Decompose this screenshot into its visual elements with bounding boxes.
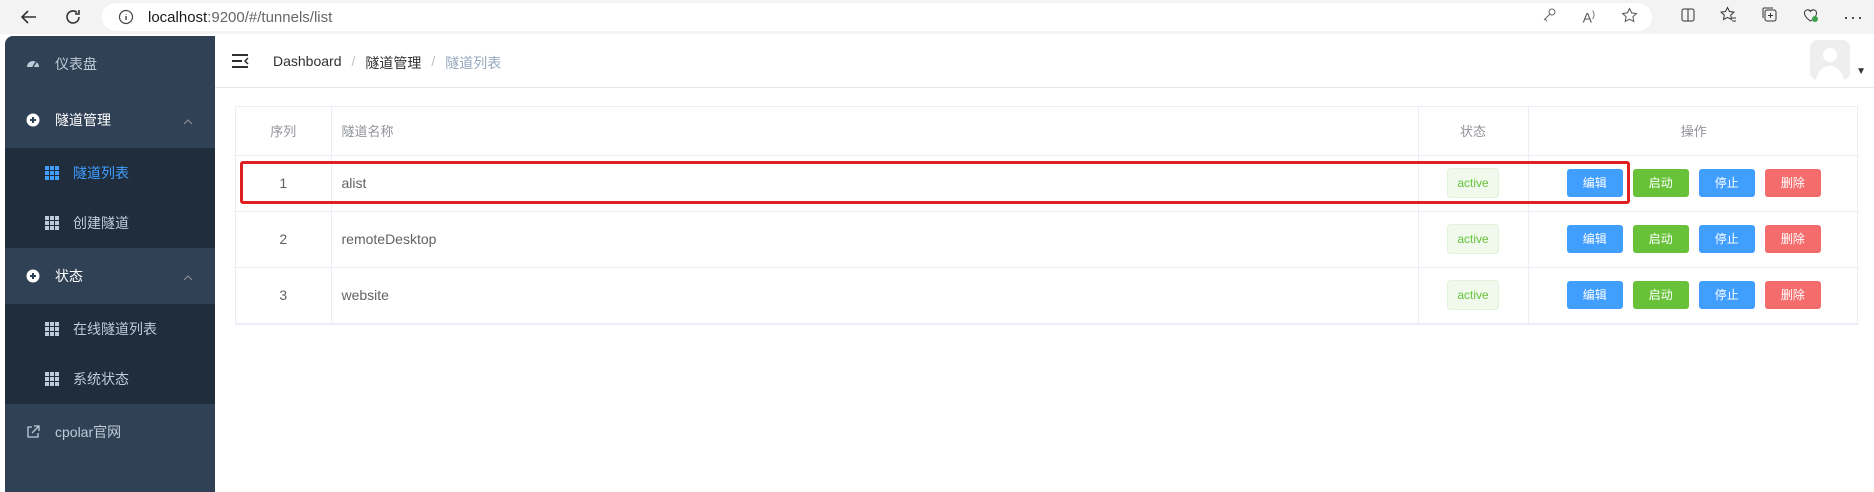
stop-button[interactable]: 停止 [1698,281,1755,309]
delete-button[interactable]: 删除 [1764,225,1821,253]
sidebar-item-status[interactable]: 状态 [5,248,215,304]
column-header-name: 隧道名称 [331,107,1419,156]
cell-actions: 编辑 启动 停止 删除 [1528,267,1859,324]
refresh-icon[interactable] [58,2,88,32]
status-badge: active [1447,280,1499,310]
table-row: 2 remoteDesktop active 编辑 启动 停止 删除 [236,211,1859,268]
table-grid-icon [45,372,59,386]
highlight-annotation-box [240,161,1630,204]
external-link-icon [25,424,41,440]
cell-actions: 编辑 启动 停止 删除 [1528,211,1859,268]
cell-status: active [1418,211,1529,268]
sidebar-item-label: 状态 [55,268,83,284]
status-badge: active [1447,224,1499,254]
column-header-index: 序列 [236,107,332,156]
breadcrumb-item-current: 隧道列表 [445,55,502,71]
sidebar-item-label: 隧道列表 [73,165,129,181]
stop-button[interactable]: 停止 [1698,169,1755,197]
column-header-status: 状态 [1418,107,1529,156]
url-text: localhost:9200/#/tunnels/list [148,9,332,26]
browser-essentials-icon[interactable] [1802,6,1819,28]
sidebar-item-label: 在线隧道列表 [73,321,157,337]
breadcrumb-separator: / [431,53,436,69]
start-button[interactable]: 启动 [1632,281,1689,309]
table-grid-icon [45,322,59,336]
stop-button[interactable]: 停止 [1698,225,1755,253]
caret-down-icon[interactable]: ▼ [1856,66,1866,77]
edit-button[interactable]: 编辑 [1566,281,1623,309]
sidebar-item-create-tunnel[interactable]: 创建隧道 [5,198,215,248]
more-options-icon[interactable]: ··· [1843,7,1864,28]
cell-index: 2 [236,211,332,268]
read-aloud-icon[interactable]: A) [1583,9,1595,26]
circle-plus-icon [25,112,41,128]
cell-index: 3 [236,267,332,324]
hamburger-icon[interactable] [231,52,249,70]
sidebar-item-label: 创建隧道 [73,215,129,231]
breadcrumb-separator: / [351,53,356,69]
info-icon[interactable] [118,9,134,25]
sidebar: 仪表盘 隧道管理 隧道列表 创建隧道 状态 在线隧道列表 系统状态 cpolar… [5,36,215,492]
favorites-icon[interactable] [1720,6,1737,28]
breadcrumb-item-dashboard[interactable]: Dashboard [273,53,342,73]
dashboard-icon [25,56,41,72]
tunnel-table: 序列 隧道名称 状态 操作 1 alist active 编辑 启动 停止 删除 2 … [235,106,1859,325]
sidebar-item-dashboard[interactable]: 仪表盘 [5,36,215,92]
key-icon[interactable] [1541,7,1557,27]
avatar[interactable] [1810,40,1850,80]
breadcrumb-item-tunnel-management[interactable]: 隧道管理 [365,53,421,73]
delete-button[interactable]: 删除 [1764,169,1821,197]
address-bar[interactable]: localhost:9200/#/tunnels/list A) [102,3,1652,31]
sidebar-item-label: cpolar官网 [55,424,122,440]
sidebar-item-label: 隧道管理 [55,112,111,128]
back-icon[interactable] [14,2,44,32]
table-row: 3 website active 编辑 启动 停止 删除 [236,267,1859,324]
collections-icon[interactable] [1761,6,1778,28]
breadcrumb: Dashboard / 隧道管理 / 隧道列表 [273,53,501,73]
table-header-row: 序列 隧道名称 状态 操作 [236,107,1859,156]
url-host: localhost [148,8,208,26]
favorite-star-icon[interactable] [1621,6,1638,28]
url-path: :9200/#/tunnels/list [207,8,333,26]
sidebar-item-tunnel-list[interactable]: 隧道列表 [5,148,215,198]
table-grid-icon [45,216,59,230]
chevron-up-icon [183,114,193,128]
cell-name: website [331,267,1419,324]
sidebar-item-label: 仪表盘 [55,56,97,72]
navbar: Dashboard / 隧道管理 / 隧道列表 ▼ [215,36,1874,88]
edit-button[interactable]: 编辑 [1566,225,1623,253]
start-button[interactable]: 启动 [1632,225,1689,253]
sidebar-item-cpolar-website[interactable]: cpolar官网 [5,404,215,460]
column-header-actions: 操作 [1528,107,1859,156]
split-screen-icon[interactable] [1680,7,1696,28]
delete-button[interactable]: 删除 [1764,281,1821,309]
chevron-up-icon [183,270,193,284]
cell-name: remoteDesktop [331,211,1419,268]
cell-status: active [1418,267,1529,324]
sidebar-item-online-tunnels[interactable]: 在线隧道列表 [5,304,215,354]
sidebar-item-label: 系统状态 [73,371,129,387]
start-button[interactable]: 启动 [1632,169,1689,197]
table-grid-icon [45,166,59,180]
sidebar-item-tunnel-management[interactable]: 隧道管理 [5,92,215,148]
sidebar-item-system-status[interactable]: 系统状态 [5,354,215,404]
browser-toolbar: localhost:9200/#/tunnels/list A) ··· [0,0,1874,34]
circle-plus-icon [25,268,41,284]
